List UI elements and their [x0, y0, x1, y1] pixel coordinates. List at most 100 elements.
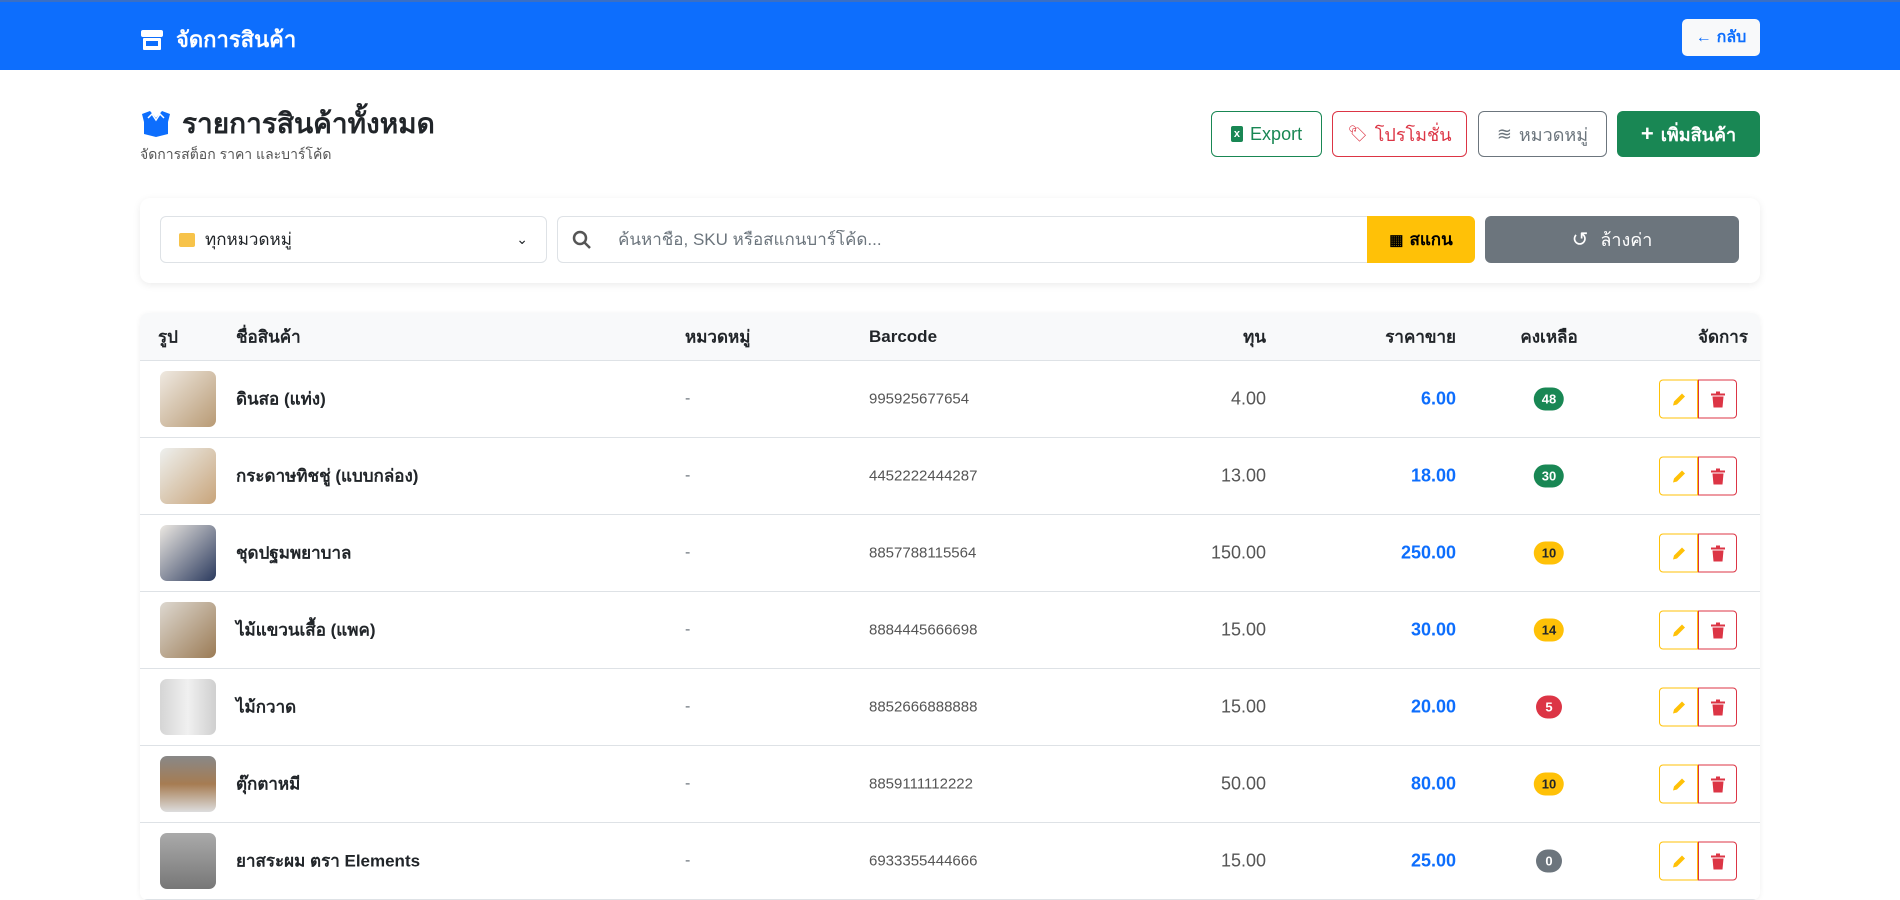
layer-group-icon: ≋	[1496, 123, 1512, 144]
page-title: รายการสินค้าทั้งหมด	[140, 102, 435, 146]
delete-button[interactable]	[1698, 841, 1737, 881]
product-price: 250.00	[1400, 542, 1456, 563]
product-price: 30.00	[1410, 619, 1456, 640]
product-cost: 150.00	[1210, 542, 1266, 563]
delete-button[interactable]	[1698, 764, 1737, 804]
delete-button[interactable]	[1698, 610, 1737, 650]
delete-button[interactable]	[1698, 533, 1737, 573]
product-category: -	[685, 390, 691, 407]
pencil-icon	[1672, 701, 1685, 713]
product-category: -	[685, 698, 691, 715]
col-stock[interactable]: คงเหลือ	[1520, 323, 1577, 350]
add-product-label: เพิ่มสินค้า	[1660, 124, 1737, 145]
trash-icon	[1710, 468, 1725, 484]
col-name[interactable]: ชื่อสินค้า	[236, 323, 301, 350]
product-cost: 15.00	[1220, 696, 1266, 717]
product-name: ดินสอ (แท่ง)	[236, 389, 326, 409]
trash-icon	[1710, 545, 1725, 561]
scan-button[interactable]: ▦ สแกน	[1367, 216, 1475, 263]
back-label: กลับ	[1716, 29, 1747, 46]
product-thumbnail	[160, 756, 216, 812]
stock-badge: 5	[1536, 695, 1562, 719]
trash-icon	[1710, 776, 1725, 792]
product-thumbnail	[160, 448, 216, 504]
product-category: -	[685, 544, 691, 561]
promotion-button[interactable]: 🏷 โปรโมชั่น	[1332, 111, 1467, 157]
export-button[interactable]: x Export	[1211, 111, 1322, 157]
edit-button[interactable]	[1659, 456, 1698, 496]
product-price: 25.00	[1410, 850, 1456, 871]
stock-badge: 10	[1533, 772, 1565, 796]
pencil-icon	[1672, 778, 1685, 790]
table-row: กระดาษทิชชู่ (แบบกล่อง) - 4452222444287 …	[140, 438, 1760, 515]
category-select[interactable]: ทุกหมวดหมู่ ⌄	[160, 216, 547, 263]
qrcode-icon: ▦	[1389, 231, 1404, 249]
category-select-value: ทุกหมวดหมู่	[205, 230, 292, 249]
table-row: ไม้กวาด - 8852666888888 15.00 20.00 5	[140, 669, 1760, 746]
delete-button[interactable]	[1698, 379, 1737, 419]
col-barcode[interactable]: Barcode	[869, 327, 937, 347]
page-title-text: รายการสินค้าทั้งหมด	[182, 108, 435, 139]
trash-icon	[1710, 391, 1725, 407]
edit-button[interactable]	[1659, 764, 1698, 804]
promotion-label: โปรโมชั่น	[1374, 124, 1452, 145]
trash-icon	[1710, 699, 1725, 715]
col-category[interactable]: หมวดหมู่	[685, 323, 750, 350]
product-cost: 15.00	[1220, 850, 1266, 871]
col-actions: จัดการ	[1698, 327, 1748, 346]
chevron-down-icon: ⌄	[516, 231, 528, 247]
pencil-icon	[1672, 855, 1685, 867]
search-group	[557, 216, 1367, 263]
edit-button[interactable]	[1659, 379, 1698, 419]
delete-button[interactable]	[1698, 456, 1737, 496]
col-price[interactable]: ราคาขาย	[1385, 323, 1456, 350]
product-thumbnail	[160, 602, 216, 658]
row-actions	[1659, 456, 1737, 496]
row-actions	[1659, 687, 1737, 727]
edit-button[interactable]	[1659, 533, 1698, 573]
file-excel-icon: x	[1230, 126, 1244, 142]
store-icon	[141, 29, 163, 50]
product-category: -	[685, 852, 691, 869]
product-price: 6.00	[1420, 388, 1456, 409]
top-navbar: จัดการสินค้า ← กลับ	[0, 0, 1900, 70]
search-input[interactable]	[618, 229, 1298, 250]
edit-button[interactable]	[1659, 687, 1698, 727]
product-name: กระดาษทิชชู่ (แบบกล่อง)	[236, 466, 419, 486]
scan-label: สแกน	[1409, 230, 1453, 249]
pencil-icon	[1672, 624, 1685, 636]
product-thumbnail	[160, 679, 216, 735]
table-row: ดินสอ (แท่ง) - 995925677654 4.00 6.00 48	[140, 361, 1760, 438]
edit-button[interactable]	[1659, 610, 1698, 650]
delete-button[interactable]	[1698, 687, 1737, 727]
boxes-icon	[142, 111, 170, 137]
product-name: ชุดปฐมพยาบาล	[236, 543, 352, 563]
row-actions	[1659, 610, 1737, 650]
export-label: Export	[1250, 123, 1303, 144]
product-name: ตุ๊กตาหมี	[236, 774, 301, 794]
edit-button[interactable]	[1659, 841, 1698, 881]
col-cost[interactable]: ทุน	[1243, 323, 1266, 350]
arrow-left-icon: ←	[1695, 28, 1712, 46]
product-barcode: 8859111112222	[869, 775, 973, 793]
product-cost: 4.00	[1230, 388, 1266, 409]
back-button[interactable]: ← กลับ	[1682, 19, 1760, 56]
row-actions	[1659, 841, 1737, 881]
add-product-button[interactable]: + เพิ่มสินค้า	[1617, 111, 1760, 157]
pencil-icon	[1672, 547, 1685, 559]
product-barcode: 995925677654	[869, 390, 970, 408]
table-row: ไม้แขวนเสื้อ (แพค) - 8884445666698 15.00…	[140, 592, 1760, 669]
stock-badge: 0	[1536, 849, 1562, 873]
folder-icon	[179, 232, 195, 247]
category-button[interactable]: ≋ หมวดหมู่	[1478, 111, 1607, 157]
reset-button[interactable]: ↺ ล้างค่า	[1485, 216, 1739, 263]
product-thumbnail	[160, 833, 216, 889]
pencil-icon	[1672, 470, 1685, 482]
plus-icon: +	[1640, 121, 1654, 146]
stock-badge: 10	[1533, 541, 1565, 565]
trash-icon	[1710, 853, 1725, 869]
page-subtitle: จัดการสต็อก ราคา และบาร์โค้ด	[140, 146, 332, 162]
product-price: 18.00	[1410, 465, 1456, 486]
table-header: รูป ชื่อสินค้า หมวดหมู่ Barcode ทุน ราคา…	[140, 313, 1760, 361]
product-price: 80.00	[1410, 773, 1456, 794]
